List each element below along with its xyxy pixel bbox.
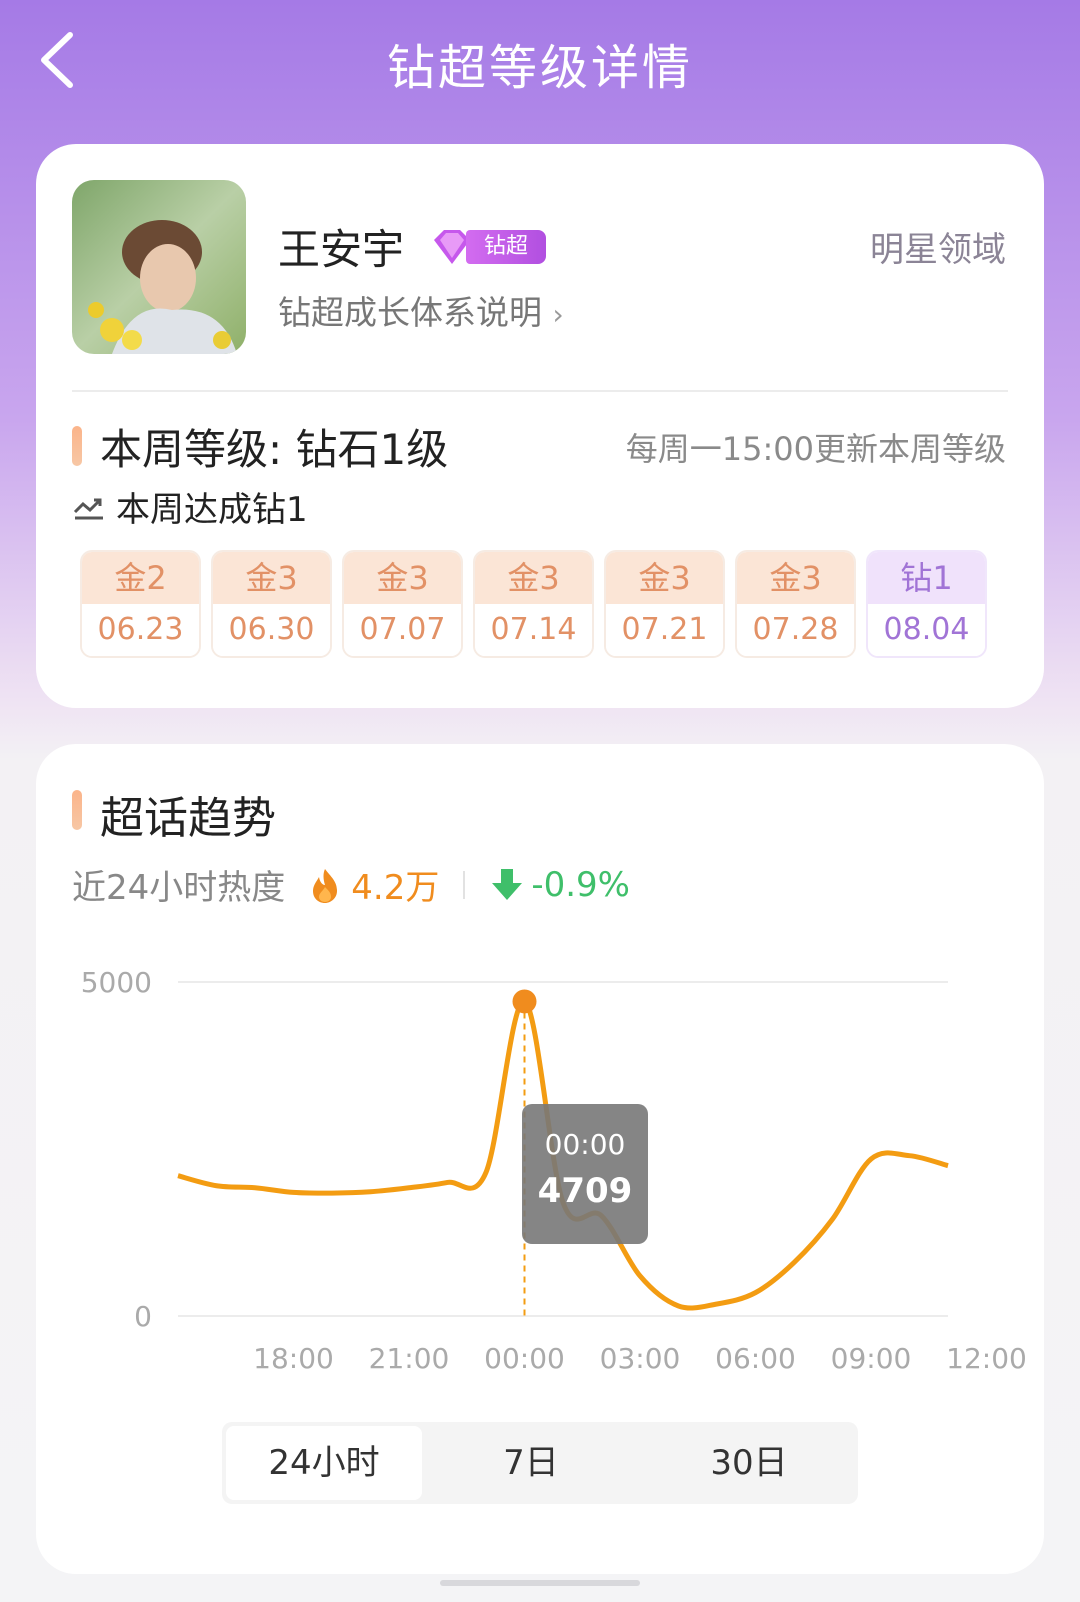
fire-icon [313, 868, 338, 903]
section-accent-bar [72, 790, 82, 830]
tab-30d[interactable]: 30日 [640, 1426, 858, 1500]
chip-date: 08.04 [868, 604, 985, 656]
chip-level: 金3 [606, 552, 723, 604]
avatar-image [72, 180, 246, 354]
chip-date: 06.23 [82, 604, 199, 656]
data-point [830, 1216, 836, 1222]
chip-level: 钻1 [868, 552, 985, 604]
section-accent-bar [72, 426, 82, 466]
level-chip: 金3 07.14 [473, 550, 594, 658]
x-tick-label: 00:00 [484, 1342, 565, 1375]
week-level: 本周等级: 钻石1级 [100, 425, 449, 474]
arrow-down-icon [492, 868, 523, 900]
range-tabs: 24小时 7日 30日 [222, 1422, 858, 1504]
growth-link-label: 钻超成长体系说明 [278, 293, 542, 332]
data-point [214, 1183, 220, 1189]
x-tick-label: 21:00 [369, 1342, 450, 1375]
heat-value: 4.2万 [351, 868, 440, 908]
divider [72, 390, 1008, 392]
x-tick-label: 18:00 [253, 1342, 334, 1375]
x-tick-label: 12:00 [946, 1342, 1027, 1375]
domain-tag[interactable]: 明星领域 [870, 222, 1006, 271]
chip-level: 金3 [213, 552, 330, 604]
achieve-row: 本周达成钻1 [72, 482, 308, 531]
achieve-text: 本周达成钻1 [116, 490, 308, 530]
diamond-badge: 钻超 [430, 228, 548, 266]
data-point [714, 1301, 720, 1307]
data-point [483, 1169, 489, 1175]
chip-date: 07.14 [475, 604, 592, 656]
level-chip: 金2 06.23 [80, 550, 201, 658]
heat-label: 近24小时热度 [72, 868, 286, 908]
tab-7d[interactable]: 7日 [422, 1426, 640, 1500]
chip-date: 06.30 [213, 604, 330, 656]
chip-date: 07.07 [344, 604, 461, 656]
chip-level: 金2 [82, 552, 199, 604]
badge-label: 钻超 [466, 230, 546, 264]
x-tick-label: 06:00 [715, 1342, 796, 1375]
divider [463, 870, 466, 899]
tooltip-time: 00:00 [544, 1128, 626, 1161]
tooltip-value: 4709 [537, 1171, 633, 1211]
x-tick-label: 09:00 [831, 1342, 912, 1375]
y-tick-label: 0 [134, 1300, 152, 1333]
chip-date: 07.28 [737, 604, 854, 656]
trend-up-icon [73, 498, 103, 519]
level-chip: 钻1 08.04 [866, 550, 987, 658]
chart-tooltip: 00:00 4709 [522, 1104, 648, 1244]
data-point [637, 1273, 643, 1279]
chip-level: 金3 [344, 552, 461, 604]
data-point [868, 1156, 874, 1162]
data-point [676, 1303, 682, 1309]
tab-24h[interactable]: 24小时 [226, 1426, 422, 1500]
data-point [406, 1185, 412, 1191]
data-point [445, 1179, 451, 1185]
data-point [368, 1189, 374, 1195]
level-chip: 金3 07.21 [604, 550, 725, 658]
update-note: 每周一15:00更新本周等级 [625, 430, 1006, 468]
level-card: 王安宇 钻超 钻超成长体系说明 › 明星领域 本周等级: 钻石1级 每周一15:… [36, 144, 1044, 708]
data-point [175, 1173, 181, 1179]
star-name: 王安宇 [278, 225, 405, 274]
data-point [907, 1153, 913, 1159]
header-bar: 钻超等级详情 [0, 0, 1080, 130]
avatar[interactable] [72, 180, 246, 354]
level-chip: 金3 07.07 [342, 550, 463, 658]
data-point [252, 1185, 258, 1191]
chevron-right-icon: › [552, 298, 564, 331]
trend-title: 超话趋势 [100, 793, 276, 844]
data-point [753, 1290, 759, 1296]
level-history: 金2 06.23 金3 06.30 金3 07.07 金3 07.14 金3 07.21 金3 07.… [80, 550, 987, 658]
heat-change: -0.9% [531, 864, 630, 905]
chip-level: 金3 [737, 552, 854, 604]
highlight-point [512, 989, 537, 1014]
data-point [945, 1163, 951, 1169]
page-title: 钻超等级详情 [386, 40, 693, 96]
level-chip: 金3 06.30 [211, 550, 332, 658]
data-point [791, 1260, 797, 1266]
data-point [329, 1190, 335, 1196]
heat-row: 近24小时热度 4.2万 -0.9% [72, 860, 630, 909]
home-indicator[interactable] [440, 1580, 640, 1586]
chip-level: 金3 [475, 552, 592, 604]
x-tick-label: 03:00 [600, 1342, 681, 1375]
chip-date: 07.21 [606, 604, 723, 656]
growth-system-link[interactable]: 钻超成长体系说明 › [278, 286, 564, 334]
level-chip: 金3 07.28 [735, 550, 856, 658]
y-tick-label: 5000 [81, 966, 152, 999]
data-point [291, 1189, 297, 1195]
